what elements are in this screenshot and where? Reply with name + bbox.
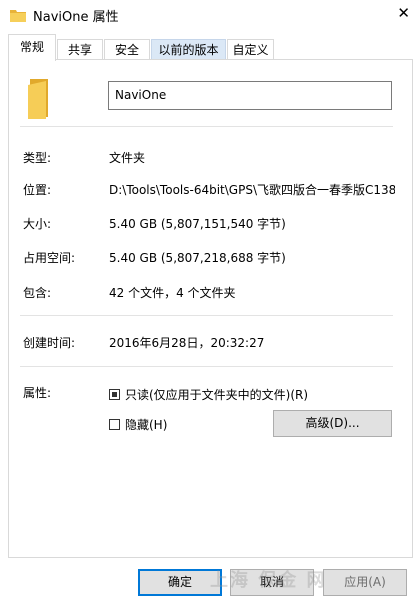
disk-size-value: 5.40 GB (5,807,218,688 字节) [109,251,286,265]
divider [20,366,393,367]
ok-button[interactable]: 确定 [138,569,222,596]
title-bar: NaviOne 属性 ✕ [0,0,420,30]
disk-size-label: 占用空间: [23,251,76,265]
tab-general[interactable]: 常规 [8,34,56,61]
type-value: 文件夹 [109,151,146,165]
readonly-checkbox[interactable] [109,389,120,400]
attributes-label: 属性: [23,386,52,400]
divider [20,126,393,127]
readonly-checkbox-label[interactable]: 只读(仅应用于文件夹中的文件)(R) [125,386,308,403]
size-value: 5.40 GB (5,807,151,540 字节) [109,217,286,231]
folder-large-icon [26,77,54,122]
location-value: D:\Tools\Tools-64bit\GPS\飞歌四版合一春季版C138 [109,183,395,197]
tab-sharing[interactable]: 共享 [57,39,103,60]
cancel-button[interactable]: 取消 [230,569,314,596]
folder-icon [10,9,26,25]
hidden-checkbox-label[interactable]: 隐藏(H) [125,416,167,433]
created-value: 2016年6月28日，20:32:27 [109,336,265,350]
type-label: 类型: [23,151,52,165]
tab-customize[interactable]: 自定义 [227,39,274,60]
created-label: 创建时间: [23,336,76,350]
contains-label: 包含: [23,286,52,300]
apply-button[interactable]: 应用(A) [323,569,407,596]
location-label: 位置: [23,183,52,197]
window-title: NaviOne 属性 [33,10,119,25]
general-panel [8,59,413,558]
close-icon[interactable]: ✕ [397,4,410,22]
advanced-button[interactable]: 高级(D)... [273,410,392,437]
folder-name-input[interactable]: NaviOne [108,81,392,110]
size-label: 大小: [23,217,52,231]
divider [20,315,393,316]
hidden-checkbox[interactable] [109,419,120,430]
tab-previous-versions[interactable]: 以前的版本 [151,39,226,60]
contains-value: 42 个文件，4 个文件夹 [109,286,236,300]
tab-security[interactable]: 安全 [104,39,150,60]
